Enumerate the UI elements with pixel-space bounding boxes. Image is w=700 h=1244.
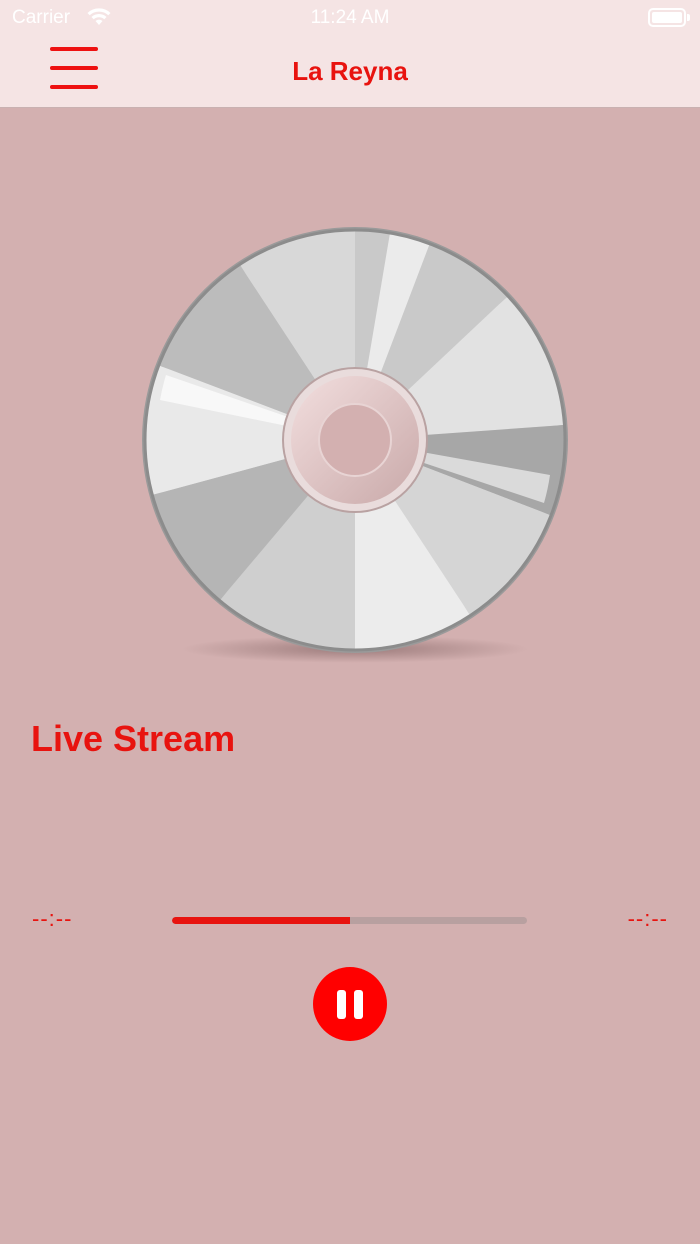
pause-icon-bar [354, 990, 363, 1019]
status-bar: Carrier 11:24 AM [0, 0, 700, 36]
status-time: 11:24 AM [310, 7, 390, 28]
stream-title: Live Stream [31, 718, 236, 759]
pause-icon [337, 990, 346, 1019]
elapsed-time: --:-- [32, 906, 73, 931]
pause-button[interactable] [313, 967, 387, 1041]
battery-icon [648, 8, 690, 27]
progress-fill [172, 917, 350, 924]
compact-disc-icon [142, 227, 568, 653]
page-title: La Reyna [292, 56, 408, 86]
album-artwork [140, 225, 570, 665]
progress-slider[interactable] [172, 917, 527, 924]
remaining-time: --:-- [627, 906, 668, 931]
